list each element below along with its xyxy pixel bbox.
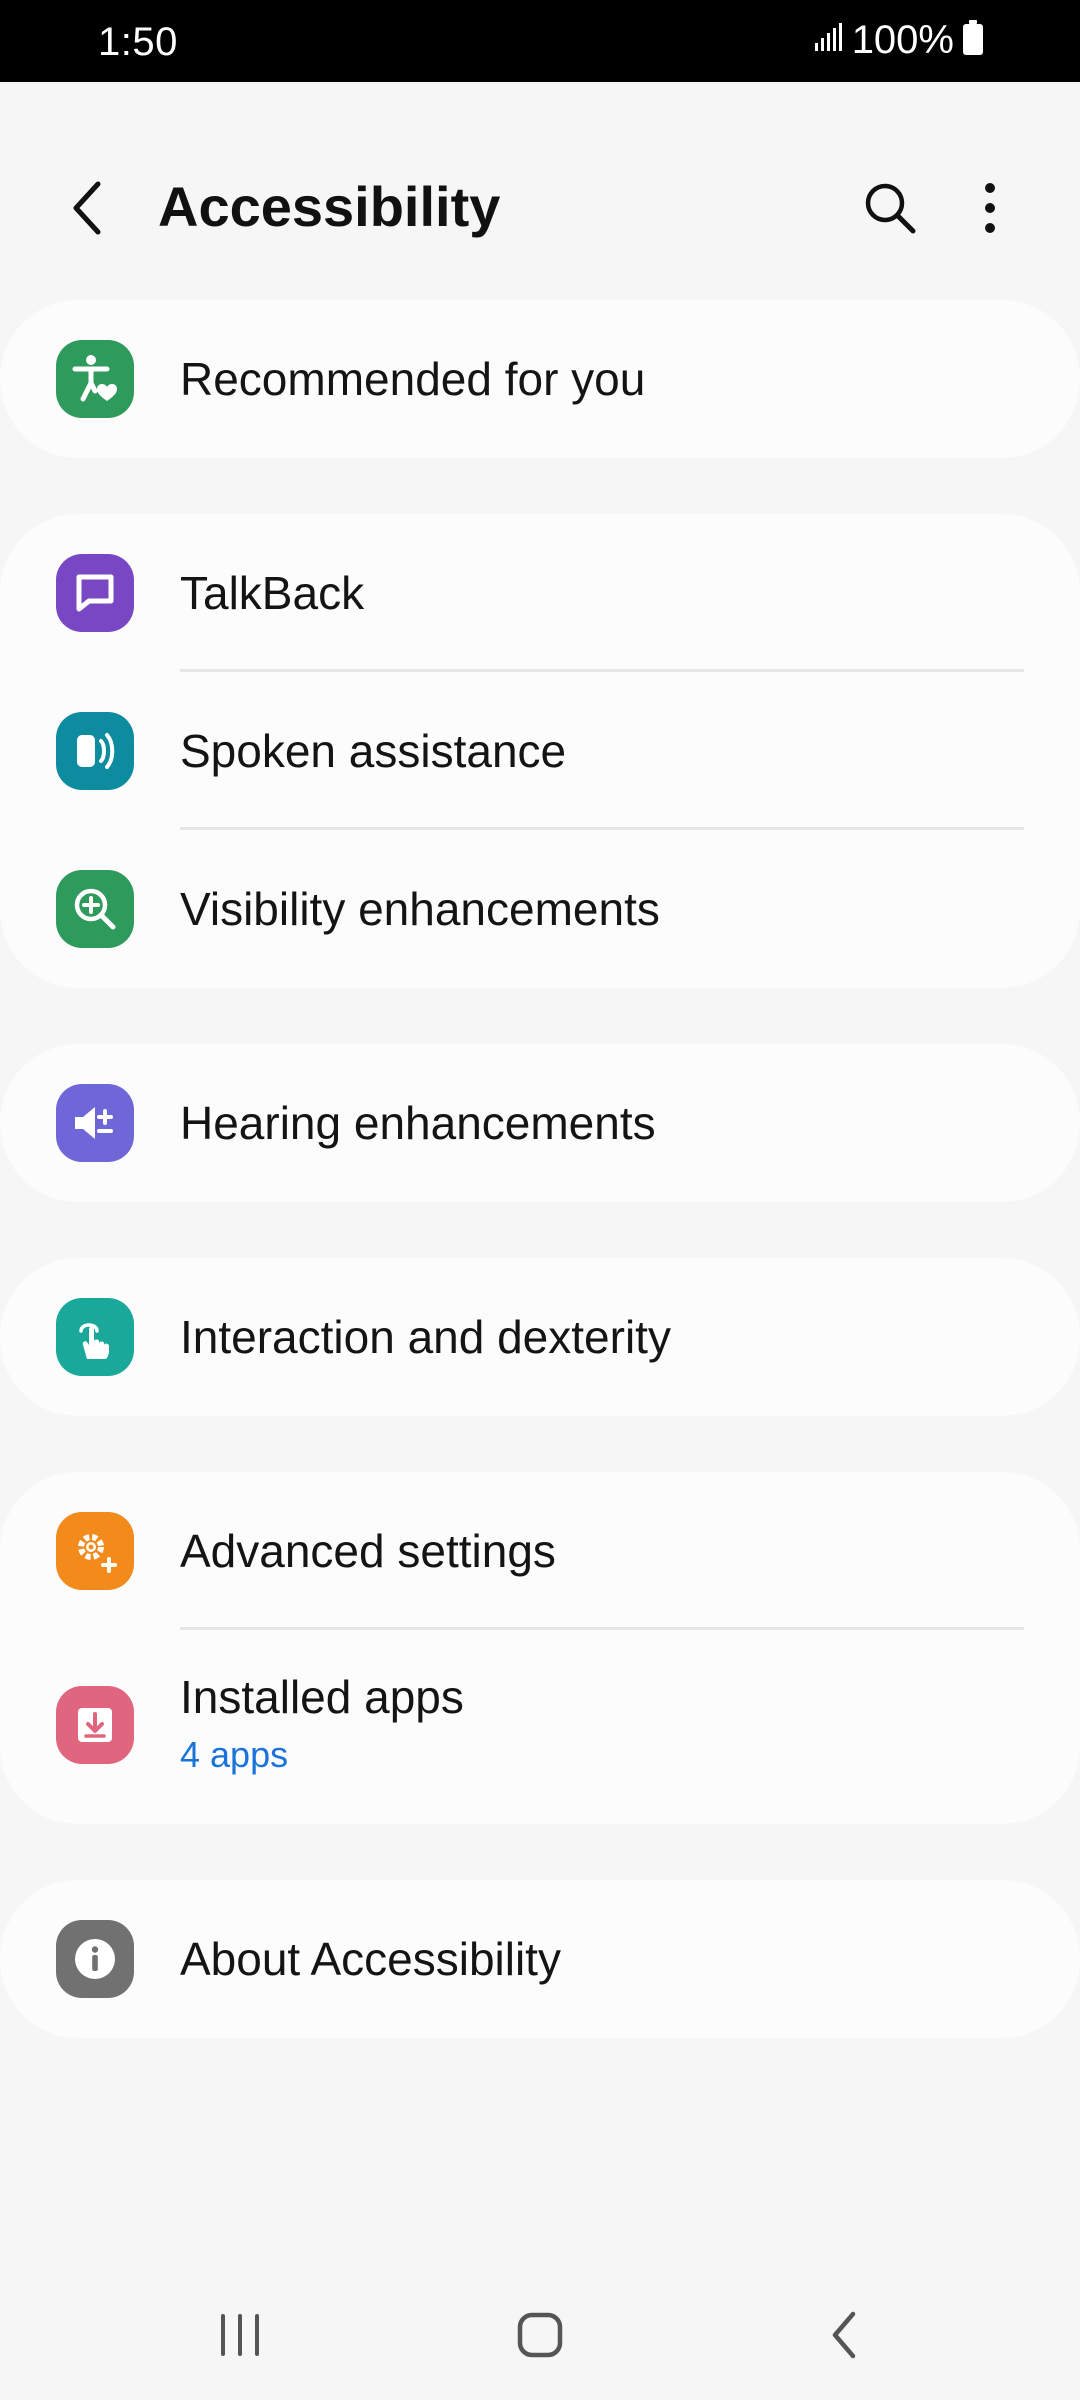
back-nav-button[interactable] [784,2290,904,2380]
touch-hand-icon [56,1298,134,1376]
item-label: Interaction and dexterity [180,1311,671,1363]
item-label: Installed apps [180,1671,464,1723]
item-label: Visibility enhancements [180,883,660,935]
signal-icon [814,23,844,58]
download-tray-icon [56,1686,134,1764]
item-label: Spoken assistance [180,725,567,777]
item-label: Hearing enhancements [180,1097,656,1149]
more-options-button[interactable] [952,170,1028,246]
item-label: Recommended for you [180,353,646,405]
status-time: 1:50 [98,20,178,64]
card-about: About Accessibility [0,1880,1080,2038]
card-vision: TalkBack Spoken assistance Visibility en… [0,514,1080,988]
list-item-hearing[interactable]: Hearing enhancements [0,1044,1080,1202]
recent-apps-icon [221,2314,259,2356]
list-item-talkback[interactable]: TalkBack [0,514,1080,672]
back-nav-icon [832,2311,856,2359]
list-item-interaction[interactable]: Interaction and dexterity [0,1258,1080,1416]
search-icon [865,183,916,234]
magnifier-plus-icon [56,870,134,948]
card-settings: Advanced settings Installed apps 4 apps [0,1472,1080,1824]
battery-percent: 100% [851,18,954,62]
search-button[interactable] [852,170,928,246]
page-title: Accessibility [158,175,501,238]
item-label: About Accessibility [180,1933,561,1985]
back-icon [73,181,101,235]
more-options-icon [985,183,995,233]
installed-apps-count: 4 apps [180,1734,289,1775]
card-hearing: Hearing enhancements [0,1044,1080,1202]
navigation-bar [0,2268,1080,2400]
list-item-recommended[interactable]: Recommended for you [0,300,1080,458]
battery-icon [962,20,984,61]
item-label: TalkBack [180,567,365,619]
status-indicators: 100% [814,18,984,63]
recent-apps-button[interactable] [180,2290,300,2380]
card-recommended: Recommended for you [0,300,1080,458]
list-item-spoken-assistance[interactable]: Spoken assistance [0,672,1080,830]
speaker-waves-icon [56,712,134,790]
back-button[interactable] [52,172,124,244]
list-item-installed-apps[interactable]: Installed apps 4 apps [0,1630,1080,1820]
list-item-visibility[interactable]: Visibility enhancements [0,830,1080,988]
gear-plus-icon [56,1512,134,1590]
accessibility-heart-icon [56,340,134,418]
info-icon [56,1920,134,1998]
volume-plus-minus-icon [56,1084,134,1162]
list-item-about[interactable]: About Accessibility [0,1880,1080,2038]
list-item-advanced-settings[interactable]: Advanced settings [0,1472,1080,1630]
item-label: Advanced settings [180,1525,556,1577]
home-icon [517,2312,563,2358]
home-button[interactable] [480,2290,600,2380]
status-bar: 1:50 100% [0,0,1080,82]
chat-bubble-icon [56,554,134,632]
app-bar: Accessibility [0,140,1080,280]
card-interaction: Interaction and dexterity [0,1258,1080,1416]
